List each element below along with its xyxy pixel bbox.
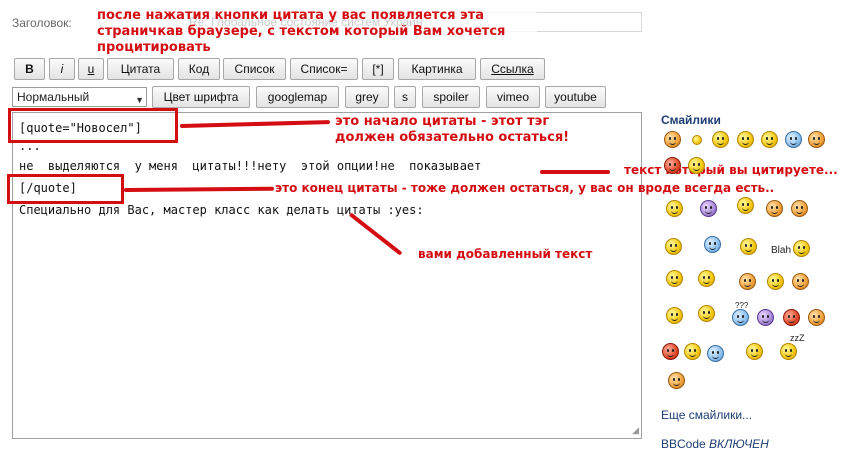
editor-line-quoted-text: не выделяются у меня цитаты!!!нету этой …	[19, 159, 482, 173]
subject-label: Заголовок:	[12, 16, 72, 30]
quote-button[interactable]: Цитата	[107, 58, 174, 80]
spoiler-button[interactable]: spoiler	[422, 86, 480, 108]
smiley-sleep-icon[interactable]	[780, 343, 797, 360]
thumbs-up-icon[interactable]	[766, 200, 783, 217]
annotation-box-quote-end	[7, 174, 124, 204]
smiley-tiny-icon[interactable]	[692, 135, 702, 145]
underline-button[interactable]: u	[78, 58, 104, 80]
smiley-cool-icon[interactable]	[785, 131, 802, 148]
smiley-tongue-icon[interactable]	[684, 343, 701, 360]
smiley-devil-icon[interactable]	[791, 200, 808, 217]
smiley-sick-icon[interactable]	[757, 309, 774, 326]
bbcode-prefix: BBCode	[661, 437, 706, 451]
link-button[interactable]: Ссылка	[480, 58, 545, 80]
resize-grip-icon[interactable]: ◢	[632, 425, 639, 436]
list-button[interactable]: Список	[223, 58, 286, 80]
font-size-select[interactable]: Нормальный ▼	[12, 87, 147, 107]
smiley-neutral-icon[interactable]	[792, 273, 809, 290]
smiley-mad-icon[interactable]	[783, 309, 800, 326]
smiley-glasses-icon[interactable]	[740, 238, 757, 255]
smiley-smile-icon[interactable]	[761, 131, 778, 148]
font-size-value: Нормальный	[17, 90, 90, 104]
smiley-sad-icon[interactable]	[737, 131, 754, 148]
smiley-blah-icon[interactable]	[793, 240, 810, 257]
bbcode-status: BBCode ВКЛЮЧЕН	[661, 437, 769, 451]
smiley-scared-icon[interactable]	[666, 307, 683, 324]
smiley-dance-icon[interactable]	[668, 372, 685, 389]
list-eq-button[interactable]: Список=	[290, 58, 358, 80]
smiley-mail-icon[interactable]	[700, 200, 717, 217]
vimeo-button[interactable]: vimeo	[486, 86, 540, 108]
smiley-ghost-icon[interactable]	[704, 236, 721, 253]
blah-label[interactable]: Blah	[771, 245, 791, 256]
list-item-button[interactable]: [*]	[362, 58, 394, 80]
grey-button[interactable]: grey	[345, 86, 389, 108]
code-button[interactable]: Код	[178, 58, 220, 80]
smilies-title: Смайлики	[661, 113, 721, 127]
annotation-quoted-text: текст который вы цитируете...	[624, 163, 838, 177]
editor-line-added-text: Специально для Вас, мастер класс как дел…	[19, 203, 424, 217]
annotation-top: после нажатия кнопки цитата у вас появля…	[97, 8, 537, 56]
bbcode-state: ВКЛЮЧЕН	[709, 437, 769, 451]
italic-button[interactable]: i	[49, 58, 75, 80]
smiley-eyes-icon[interactable]	[746, 343, 763, 360]
smiley-blush-icon[interactable]	[662, 343, 679, 360]
smiley-pirate-icon[interactable]	[698, 270, 715, 287]
smiley-cry-icon[interactable]	[739, 273, 756, 290]
smiley-upset-icon[interactable]	[808, 309, 825, 326]
chevron-down-icon: ▼	[135, 95, 144, 105]
annotation-quote-start: это начало цитаты - этот тэг должен обяз…	[335, 114, 570, 145]
smiley-surprised-icon[interactable]	[767, 273, 784, 290]
image-button[interactable]: Картинка	[398, 58, 476, 80]
more-smilies-link[interactable]: Еще смайлики...	[661, 408, 752, 422]
smiley-sign-icon[interactable]	[666, 270, 683, 287]
message-textarea[interactable]: [quote="Новосел"] ... не выделяются у ме…	[12, 112, 642, 439]
font-color-button[interactable]: Цвет шрифта	[152, 86, 250, 108]
smiley-shy-icon[interactable]	[666, 200, 683, 217]
smiley-happy-icon[interactable]	[664, 131, 681, 148]
smiley-shades-icon[interactable]	[808, 131, 825, 148]
smiley-graduate-icon[interactable]	[665, 238, 682, 255]
annotation-quote-end: это конец цитаты - тоже должен остаться,…	[275, 181, 775, 195]
youtube-button[interactable]: youtube	[545, 86, 606, 108]
smiley-confused-icon[interactable]	[732, 309, 749, 326]
googlemap-button[interactable]: googlemap	[256, 86, 339, 108]
bold-button[interactable]: B	[14, 58, 45, 80]
smiley-wink-icon[interactable]	[688, 157, 705, 174]
smiley-photo-icon[interactable]	[707, 345, 724, 362]
smiley-hands-up-icon[interactable]	[737, 197, 754, 214]
smiley-grin-icon[interactable]	[712, 131, 729, 148]
annotation-added-text: вами добавленный текст	[418, 247, 593, 261]
smiley-angry-icon[interactable]	[664, 157, 681, 174]
annotation-box-quote-start	[8, 108, 178, 143]
smiley-pacman-icon[interactable]	[698, 305, 715, 322]
strike-button[interactable]: s	[394, 86, 416, 108]
annotation-arrow-quoted-text	[540, 170, 610, 174]
zzz-label: zzZ	[790, 333, 805, 343]
